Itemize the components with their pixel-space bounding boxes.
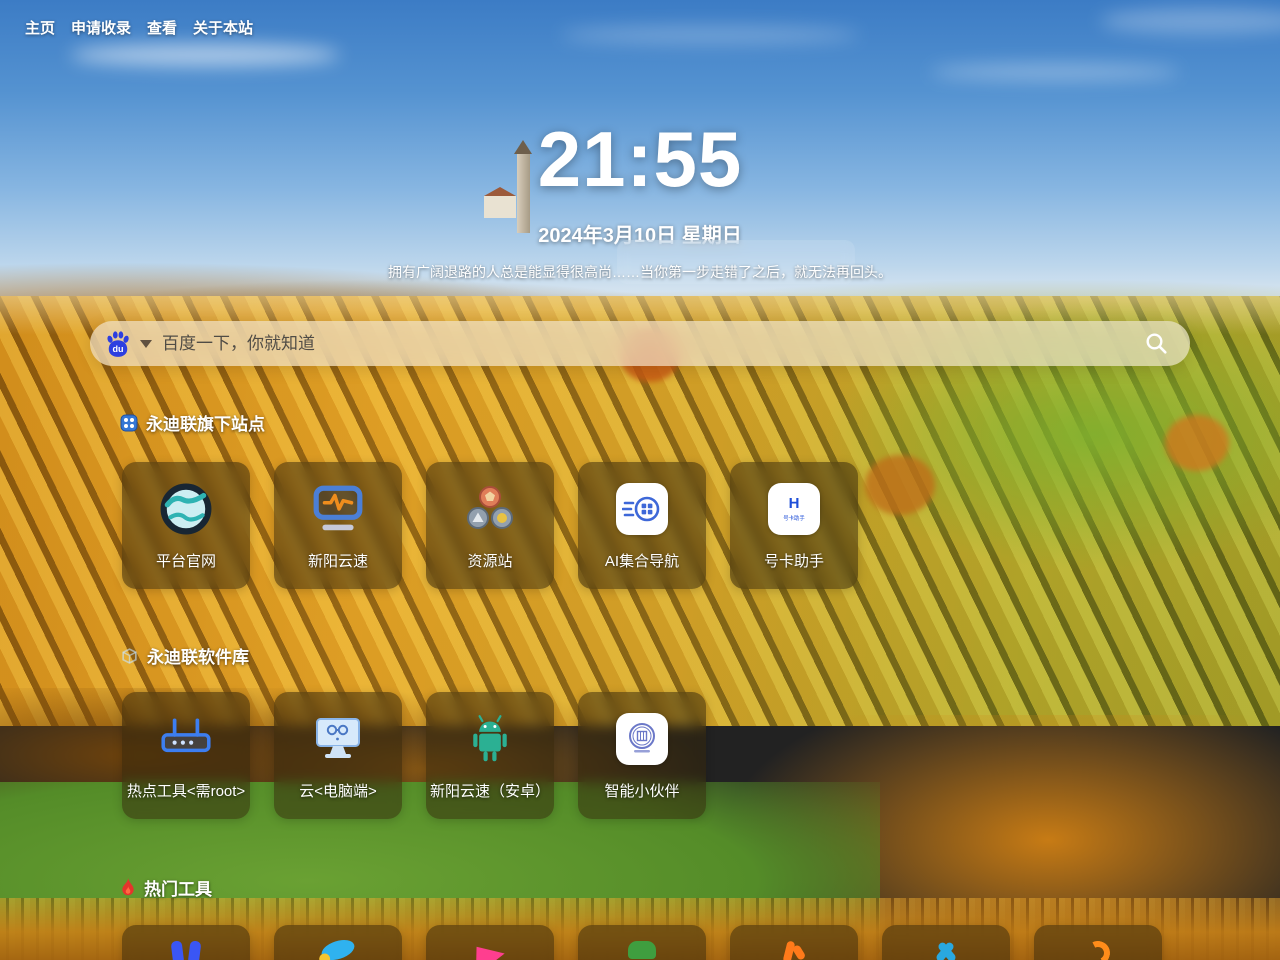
card-label: 平台官网 <box>156 550 216 571</box>
orange-arc-app-icon <box>1086 941 1110 960</box>
card-hot-tool-6[interactable] <box>882 925 1010 960</box>
blue-bars-app-icon <box>172 941 200 960</box>
card-label: AI集合导航 <box>605 550 679 571</box>
svg-text:du: du <box>112 344 123 354</box>
nav-apply-inclusion[interactable]: 申请收录 <box>71 17 131 38</box>
card-hot-tool-2[interactable] <box>274 925 402 960</box>
section-title: 热门工具 <box>144 875 212 900</box>
search-bar: du <box>90 321 1190 366</box>
cyan-yellow-app-icon <box>321 941 355 960</box>
nav-view[interactable]: 查看 <box>147 17 177 38</box>
hot-tools-card-row <box>122 925 1162 960</box>
card-resource-site[interactable]: 资源站 <box>426 462 554 589</box>
search-submit[interactable] <box>1135 332 1190 355</box>
app-tile <box>616 713 668 765</box>
search-engine-selector[interactable]: du <box>90 330 162 358</box>
start-page: 主页 申请收录 查看 关于本站 21:55 2024年3月10日 星期日 拥有广… <box>0 0 1280 960</box>
monitor-pulse-icon <box>311 485 365 533</box>
card-platform-site[interactable]: 平台官网 <box>122 462 250 589</box>
card-label: 云<电脑端> <box>299 780 377 801</box>
section-title: 永迪联软件库 <box>147 643 249 668</box>
top-navigation: 主页 申请收录 查看 关于本站 <box>25 17 253 38</box>
card-ai-nav[interactable]: AI集合导航 <box>578 462 706 589</box>
orange-k-app-icon <box>785 941 803 960</box>
emblem-seal-icon <box>622 719 662 759</box>
app-tile <box>616 483 668 535</box>
apps-grid-icon <box>120 414 138 432</box>
computer-glasses-icon <box>312 715 364 763</box>
card-smart-buddy[interactable]: 智能小伙伴 <box>578 692 706 819</box>
card-xinyang-android[interactable]: 新阳云速（安卓） <box>426 692 554 819</box>
card-label: 资源站 <box>467 550 512 571</box>
shapes-cluster-icon <box>464 485 516 533</box>
card-label: 智能小伙伴 <box>604 780 679 801</box>
search-input[interactable] <box>162 321 1135 366</box>
software-box-icon <box>120 646 139 665</box>
card-hot-tool-3[interactable] <box>426 925 554 960</box>
card-xinyang-cloud[interactable]: 新阳云速 <box>274 462 402 589</box>
card-label: 热点工具<需root> <box>127 780 245 801</box>
section-header-hot-tools: 热门工具 <box>120 875 212 900</box>
sites-card-row: 平台官网 新阳云速 <box>122 462 858 589</box>
card-cloud-pc[interactable]: 云<电脑端> <box>274 692 402 819</box>
card-simcard-helper[interactable]: H 号卡助手 号卡助手 <box>730 462 858 589</box>
simcard-helper-caption: 号卡助手 <box>783 513 805 521</box>
nav-home[interactable]: 主页 <box>25 17 55 38</box>
nav-about[interactable]: 关于本站 <box>193 17 253 38</box>
baidu-paw-icon: du <box>105 330 131 358</box>
card-hot-tool-1[interactable] <box>122 925 250 960</box>
section-title: 永迪联旗下站点 <box>146 410 265 435</box>
card-hotspot-tool[interactable]: 热点工具<需root> <box>122 692 250 819</box>
green-app-icon <box>628 941 656 960</box>
hitokoto-quote: 拥有广阔退路的人总是能显得很高尚……当你第一步走错了之后，就无法再回头。 <box>0 262 1280 282</box>
card-label: 新阳云速（安卓） <box>430 780 550 801</box>
clock-time: 21:55 <box>0 114 1280 205</box>
card-hot-tool-5[interactable] <box>730 925 858 960</box>
cyan-cross-app-icon <box>941 941 951 960</box>
card-label: 新阳云速 <box>308 550 368 571</box>
flame-icon <box>120 878 136 897</box>
router-icon <box>157 716 215 762</box>
software-card-row: 热点工具<需root> 云<电脑端> <box>122 692 706 819</box>
globe-icon <box>159 482 213 536</box>
card-hot-tool-7[interactable] <box>1034 925 1162 960</box>
card-label: 号卡助手 <box>764 550 824 571</box>
app-tile: H 号卡助手 <box>768 483 820 535</box>
pink-play-app-icon <box>474 941 506 960</box>
magnifier-icon <box>1145 332 1168 355</box>
ai-speed-chip-icon <box>622 489 662 529</box>
card-hot-tool-4[interactable] <box>578 925 706 960</box>
chevron-down-icon <box>140 340 152 348</box>
simcard-helper-icon: H <box>789 496 800 513</box>
android-icon <box>466 714 514 764</box>
section-header-sites: 永迪联旗下站点 <box>120 410 265 435</box>
section-header-software: 永迪联软件库 <box>120 643 249 668</box>
